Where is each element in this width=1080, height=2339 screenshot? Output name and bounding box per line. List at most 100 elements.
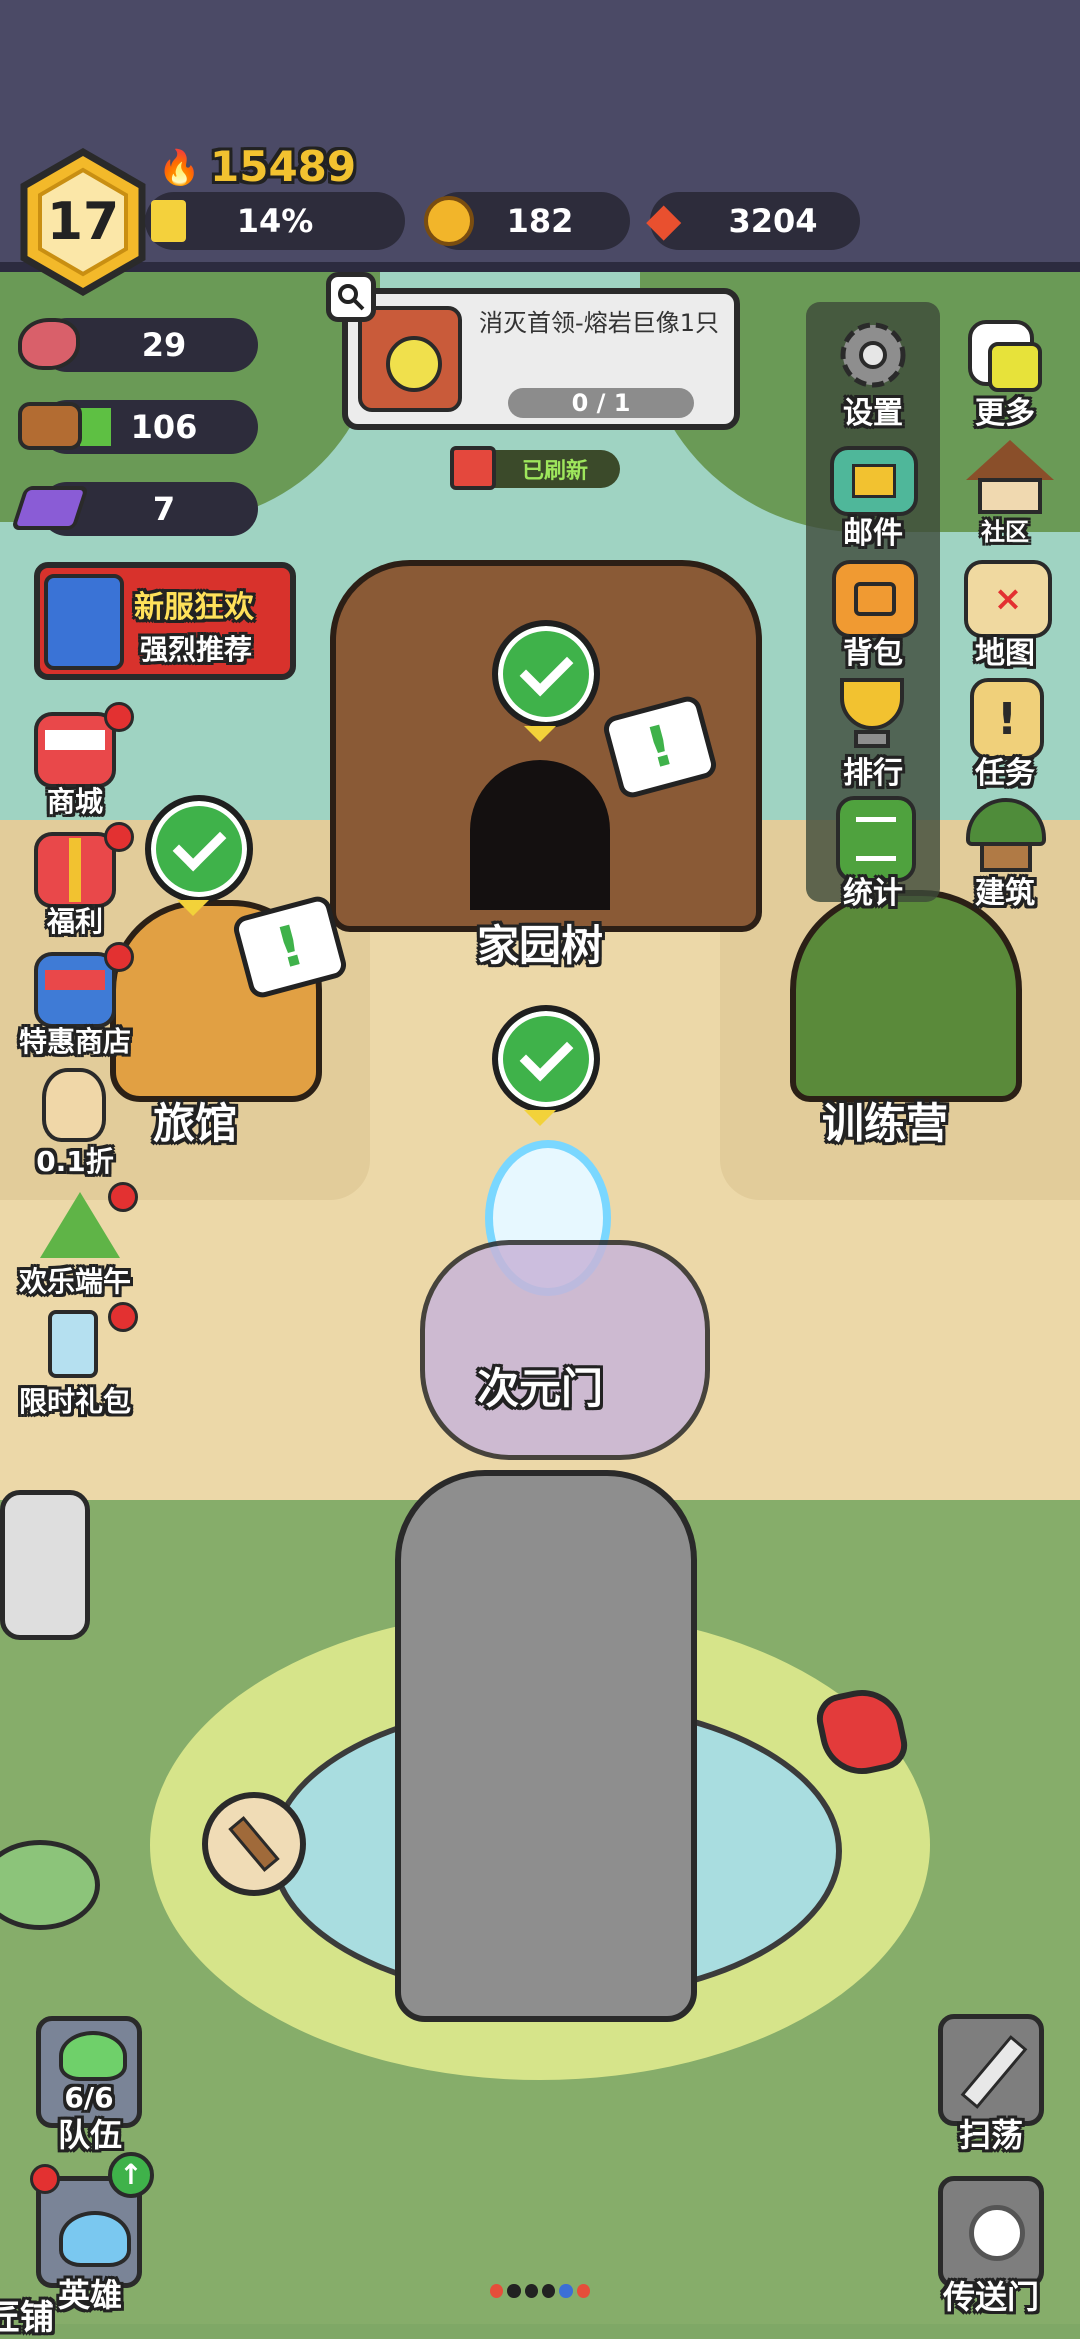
magnifier-icon xyxy=(338,284,365,311)
wood-counter[interactable]: 106 xyxy=(18,400,258,454)
ranking-button[interactable]: 排行 xyxy=(812,672,934,791)
training-camp-label[interactable]: 训练营 xyxy=(790,1090,980,1151)
shop-button[interactable]: 商城 xyxy=(20,702,134,820)
refresh-badge[interactable]: 已刷新 xyxy=(450,446,620,490)
portal-glow-icon xyxy=(969,2205,1025,2261)
home-tree-door xyxy=(470,760,610,910)
gear-icon xyxy=(840,322,906,388)
discount-rabbit-icon xyxy=(42,1068,106,1142)
community-button[interactable]: 社区 xyxy=(944,432,1066,550)
boss-portrait xyxy=(358,306,462,412)
page-dot-2 xyxy=(507,2284,521,2298)
sale-shop-label: 特惠商店 xyxy=(18,1025,131,1058)
team-label: 队伍 xyxy=(57,2116,122,2154)
more-button[interactable]: 更多 xyxy=(944,312,1066,431)
top-bar-divider xyxy=(0,262,1080,272)
page-dot-4 xyxy=(541,2284,556,2298)
map-label: 地图 xyxy=(975,636,1035,671)
portal-label[interactable]: 次元门 xyxy=(450,1355,630,1416)
wood-bar-fill xyxy=(80,408,111,446)
shop-notification-dot xyxy=(104,702,134,732)
promo-line2: 强烈推荐 xyxy=(140,633,253,666)
blacksmith-label[interactable]: 匠铺 xyxy=(0,2290,54,2339)
portal-button[interactable]: 传送门 xyxy=(930,2176,1052,2316)
portal-check-icon[interactable] xyxy=(492,1005,600,1113)
gold-value: 182 xyxy=(506,202,574,240)
training-camp-building[interactable] xyxy=(790,890,1022,1102)
tasks-button[interactable]: ! 任务 xyxy=(944,672,1066,791)
welfare-button[interactable]: 福利 xyxy=(20,822,134,940)
portal-check-pointer-icon xyxy=(524,1110,556,1126)
backpack-label: 背包 xyxy=(843,636,903,671)
map-button[interactable]: × 地图 xyxy=(944,552,1066,671)
building-icon xyxy=(966,798,1046,846)
page-dot-6 xyxy=(576,2284,590,2298)
sweep-label: 扫荡 xyxy=(958,2116,1023,2154)
building-label: 建筑 xyxy=(975,876,1035,911)
building-button[interactable]: 建筑 xyxy=(944,792,1066,911)
inn-label[interactable]: 旅馆 xyxy=(110,1090,280,1151)
promo-banner[interactable]: 新服狂欢 强烈推荐 xyxy=(34,562,296,680)
inn-check-icon[interactable] xyxy=(145,795,253,903)
quest-search-button[interactable] xyxy=(326,272,376,322)
promo-line1: 新服狂欢 xyxy=(134,590,254,625)
meat-value: 29 xyxy=(141,326,187,364)
community-label: 社区 xyxy=(981,518,1029,546)
hourglass-icon xyxy=(48,1310,98,1378)
hero-upgrade-arrow-icon: ↑ xyxy=(108,2152,154,2198)
gift-box-icon xyxy=(44,574,124,670)
trophy-base xyxy=(854,730,890,748)
mail-button[interactable]: 邮件 xyxy=(812,432,934,551)
slime-team-icon xyxy=(59,2031,127,2081)
more-cards-front xyxy=(988,342,1042,392)
hero-group[interactable] xyxy=(420,1240,710,1460)
settings-button[interactable]: 设置 xyxy=(812,312,934,431)
discount-label: 0.1折 xyxy=(36,1145,114,1178)
statistics-label: 统计 xyxy=(843,876,903,911)
wood-value: 106 xyxy=(130,408,198,446)
lava-golem-icon xyxy=(386,336,442,392)
stone-pile xyxy=(0,1490,90,1640)
ranking-label: 排行 xyxy=(843,756,903,791)
tasks-label: 任务 xyxy=(975,756,1035,791)
crystal-counter[interactable]: 7 xyxy=(10,482,258,536)
statistics-button[interactable]: 统计 xyxy=(812,792,934,911)
sweep-button[interactable]: 扫荡 xyxy=(930,2014,1052,2154)
home-tree-check-pointer-icon xyxy=(524,726,556,742)
meat-counter[interactable]: 29 xyxy=(18,318,258,372)
page-indicator xyxy=(490,2284,590,2302)
hero-notification-dot xyxy=(30,2164,60,2194)
team-button[interactable]: 6/6 队伍 xyxy=(30,2016,150,2154)
level-value: 17 xyxy=(46,192,120,252)
backpack-button[interactable]: 背包 xyxy=(812,552,934,671)
house-icon xyxy=(966,440,1054,480)
blue-slime-icon xyxy=(59,2211,131,2267)
page-dot-3 xyxy=(524,2284,538,2298)
limited-pack-notification-dot xyxy=(108,1302,138,1332)
discount-button[interactable]: 0.1折 xyxy=(20,1062,130,1180)
welfare-label: 福利 xyxy=(46,905,103,938)
dragon-boat-label: 欢乐端午 xyxy=(18,1265,131,1298)
welfare-notification-dot xyxy=(104,822,134,852)
backpack-icon xyxy=(832,560,918,638)
gem-counter[interactable]: ◆ 3204 xyxy=(646,192,860,250)
gem-icon: ◆ xyxy=(646,192,682,246)
mail-icon xyxy=(830,446,918,516)
dragon-boat-button[interactable]: 欢乐端午 xyxy=(0,1182,150,1300)
quest-panel[interactable]: 消灭首领-熔岩巨像1只 0 / 1 xyxy=(342,288,740,430)
page-dot-5 xyxy=(559,2284,573,2298)
home-tree-check-icon[interactable] xyxy=(492,620,600,728)
hammer-build-button[interactable] xyxy=(202,1792,306,1896)
stone-fountain-statue[interactable] xyxy=(395,1470,697,2022)
shop-label: 商城 xyxy=(46,785,103,818)
exp-percent: 14% xyxy=(236,202,314,240)
sword-icon xyxy=(960,2035,1028,2109)
gold-counter[interactable]: 182 xyxy=(424,192,630,250)
level-badge[interactable]: 17 xyxy=(18,147,148,297)
limited-pack-button[interactable]: 限时礼包 xyxy=(0,1302,150,1420)
limited-pack-label: 限时礼包 xyxy=(18,1385,131,1418)
sale-shop-button[interactable]: 特惠商店 xyxy=(0,942,150,1060)
home-tree-label[interactable]: 家园树 xyxy=(430,912,650,973)
hammer-icon xyxy=(228,1816,280,1872)
page-dot-1 xyxy=(490,2284,504,2298)
